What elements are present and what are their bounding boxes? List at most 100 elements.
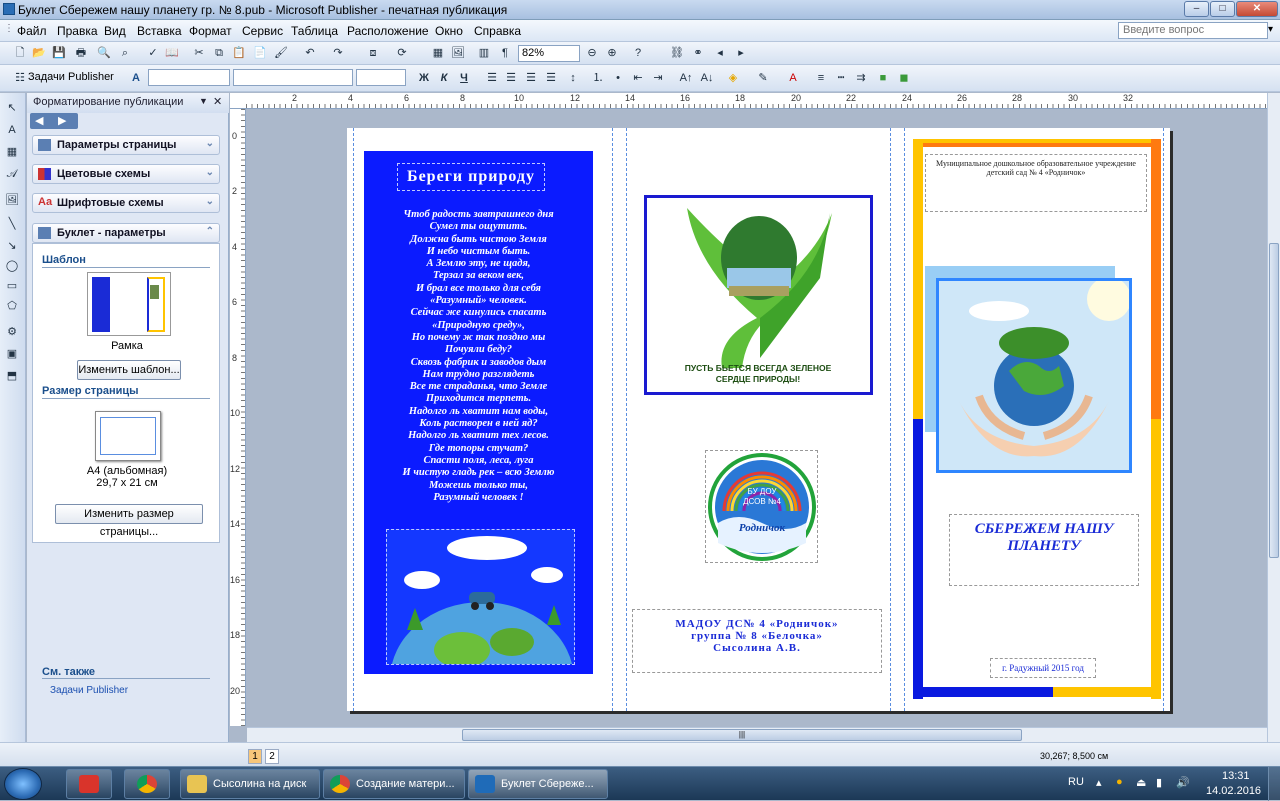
- bring-forward-icon[interactable]: ⧈: [365, 46, 381, 61]
- vertical-ruler[interactable]: 0 2 4 6 8 10 12 14 16 18 20: [230, 109, 246, 726]
- font-color-icon[interactable]: A: [785, 71, 801, 86]
- start-button[interactable]: [4, 768, 42, 800]
- next-box-icon[interactable]: ▸: [733, 46, 749, 61]
- document-workspace[interactable]: Береги природу Чтоб радость завтрашнего …: [247, 110, 1267, 727]
- clock-time[interactable]: 13:31: [1222, 770, 1250, 782]
- print-icon[interactable]: 🖶: [73, 46, 89, 61]
- cut-icon[interactable]: ✂: [191, 46, 207, 61]
- green-hands-picture[interactable]: ПУСТЬ БЬЕТСЯ ВСЕГДА ЗЕЛЕНОЕ СЕРДЦЕ ПРИРО…: [644, 195, 873, 395]
- section-color-schemes[interactable]: Цветовые схемы ⌄: [32, 164, 220, 184]
- styles-icon[interactable]: A: [128, 71, 144, 86]
- menu-table[interactable]: Таблица: [291, 24, 338, 38]
- open-icon[interactable]: 📂: [31, 46, 47, 61]
- section-page-options[interactable]: Параметры страницы ⌄: [32, 135, 220, 155]
- line-icon[interactable]: ╲: [4, 217, 20, 231]
- poem-text[interactable]: Чтоб радость завтрашнего дня Сумел ты ощу…: [372, 209, 585, 504]
- tasks-publisher-button[interactable]: Задачи Publisher: [28, 71, 114, 83]
- insert-table-icon[interactable]: ▦: [430, 46, 446, 61]
- horizontal-ruler[interactable]: 2 4 6 8 10 12 14 16 18 20 22 24 26 28 30…: [230, 93, 1268, 109]
- globe-in-hands-picture[interactable]: [936, 278, 1132, 473]
- organization-text-box[interactable]: МАДОУ ДС№ 4 «Родничок» группа № 8 «Белоч…: [632, 609, 882, 673]
- tray-app-icon[interactable]: ●: [1116, 776, 1123, 788]
- align-left-icon[interactable]: ☰: [484, 71, 500, 86]
- section-booklet-options[interactable]: Буклет - параметры ⌃: [32, 223, 220, 243]
- wordart-icon[interactable]: 𝒜: [4, 167, 20, 181]
- tasks-icon[interactable]: ☷: [12, 71, 28, 86]
- oval-icon[interactable]: ◯: [4, 259, 20, 273]
- copy-icon[interactable]: ⧉: [211, 46, 227, 61]
- tray-expand-icon[interactable]: ▴: [1096, 776, 1102, 789]
- bold-button[interactable]: Ж: [416, 71, 432, 86]
- search-doc-icon[interactable]: ⌕: [117, 46, 133, 61]
- main-title[interactable]: СБЕРЕЖЕМ НАШУ ПЛАНЕТУ: [949, 514, 1139, 586]
- hot-spot-icon[interactable]: ⚙: [4, 325, 20, 339]
- booklet-page[interactable]: Береги природу Чтоб радость завтрашнего …: [347, 128, 1170, 711]
- usb-icon[interactable]: ⏏: [1136, 776, 1146, 789]
- shrink-font-icon[interactable]: A↓: [699, 71, 715, 86]
- redo-icon[interactable]: ↷: [330, 46, 346, 61]
- design-gallery-icon[interactable]: ▣: [4, 347, 20, 361]
- save-icon[interactable]: 💾: [51, 46, 67, 61]
- taskbar-publisher[interactable]: Буклет Сбереже...: [468, 769, 608, 799]
- panel-title[interactable]: Береги природу: [397, 163, 545, 191]
- see-also-publisher-tasks-link[interactable]: Задачи Publisher: [50, 685, 128, 696]
- menu-window[interactable]: Окно: [435, 24, 463, 38]
- dash-style-icon[interactable]: ┅: [833, 71, 849, 86]
- line-style-icon[interactable]: ≡: [813, 71, 829, 86]
- paste-special-icon[interactable]: 📄: [252, 46, 268, 61]
- picture-icon[interactable]: 🖼: [4, 193, 20, 207]
- decrease-indent-icon[interactable]: ⇤: [630, 71, 646, 86]
- previous-box-icon[interactable]: ◂: [712, 46, 728, 61]
- menu-file[interactable]: Файл: [17, 24, 47, 38]
- grow-font-icon[interactable]: A↑: [678, 71, 694, 86]
- justify-icon[interactable]: ☰: [543, 71, 559, 86]
- menu-help[interactable]: Справка: [474, 24, 521, 38]
- taskbar-folder[interactable]: Сысолина на диск: [180, 769, 320, 799]
- table-icon[interactable]: ▦: [4, 145, 20, 159]
- network-icon[interactable]: ▮: [1156, 776, 1162, 789]
- pane-close-icon[interactable]: ✕: [213, 95, 222, 108]
- zoom-in-icon[interactable]: ⊕: [604, 46, 620, 61]
- help-icon[interactable]: ?: [630, 46, 646, 61]
- research-icon[interactable]: 📖: [164, 46, 180, 61]
- increase-indent-icon[interactable]: ⇥: [650, 71, 666, 86]
- underline-button[interactable]: Ч: [456, 71, 472, 86]
- volume-icon[interactable]: 🔊: [1176, 776, 1190, 789]
- arrow-style-icon[interactable]: ⇉: [853, 71, 869, 86]
- menu-arrange[interactable]: Расположение: [347, 24, 429, 38]
- change-page-size-button[interactable]: Изменить размер страницы...: [55, 504, 203, 538]
- link-icon[interactable]: ⛓: [669, 46, 685, 61]
- page-1-button[interactable]: 1: [248, 749, 262, 764]
- section-font-schemes[interactable]: Aa Шрифтовые схемы ⌄: [32, 193, 220, 213]
- rectangle-icon[interactable]: ▭: [4, 279, 20, 293]
- language-indicator[interactable]: RU: [1068, 776, 1084, 788]
- menu-tools[interactable]: Сервис: [242, 24, 283, 38]
- horizontal-scrollbar[interactable]: |||: [247, 727, 1267, 742]
- text-box-icon[interactable]: A: [4, 123, 20, 137]
- bullets-icon[interactable]: •: [610, 71, 626, 86]
- connect-text-icon[interactable]: ⚭: [690, 46, 706, 61]
- organization-header[interactable]: Муниципальное дошкольное образовательное…: [925, 154, 1147, 212]
- page-2-button[interactable]: 2: [265, 749, 279, 764]
- align-center-icon[interactable]: ☰: [503, 71, 519, 86]
- kindergarten-logo[interactable]: БУ ДОУ ДСОВ №4 Родничок: [705, 450, 818, 563]
- minimize-button[interactable]: –: [1184, 1, 1209, 17]
- menu-view[interactable]: Вид: [104, 24, 126, 38]
- menu-edit[interactable]: Правка: [57, 24, 98, 38]
- columns-icon[interactable]: ▥: [476, 46, 492, 61]
- font-size-select[interactable]: [356, 69, 406, 86]
- arrow-icon[interactable]: ↘: [4, 239, 20, 253]
- back-icon[interactable]: ◀: [35, 114, 43, 127]
- show-desktop-button[interactable]: [1268, 767, 1280, 801]
- menu-format[interactable]: Формат: [189, 24, 232, 38]
- font-select[interactable]: [233, 69, 353, 86]
- horizontal-scroll-thumb[interactable]: |||: [462, 729, 1022, 741]
- italic-button[interactable]: К: [436, 71, 452, 86]
- template-thumbnail[interactable]: [87, 272, 171, 336]
- maximize-button[interactable]: □: [1210, 1, 1235, 17]
- catalog-icon[interactable]: ⬒: [4, 369, 20, 383]
- print-preview-icon[interactable]: 🔍: [96, 46, 112, 61]
- clock-date[interactable]: 14.02.2016: [1206, 785, 1261, 797]
- change-template-button[interactable]: Изменить шаблон...: [77, 360, 181, 380]
- line-color-icon[interactable]: ✎: [755, 71, 771, 86]
